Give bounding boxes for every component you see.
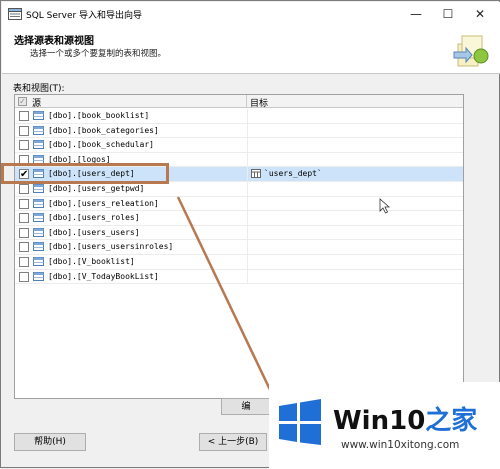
destination-cell[interactable] (247, 269, 463, 284)
destination-cell[interactable] (247, 211, 463, 226)
table-row[interactable]: [dbo].[users_roles] (15, 211, 463, 226)
row-checkbox[interactable] (19, 271, 29, 282)
watermark-brand: Win10之家 (333, 400, 477, 437)
row-checkbox[interactable] (19, 183, 29, 194)
watermark-brand-win10: Win10 (333, 406, 426, 436)
destination-cell[interactable] (247, 138, 463, 153)
row-checkbox[interactable] (19, 256, 29, 267)
back-button[interactable]: < 上一步(B) (199, 433, 267, 451)
table-row[interactable]: [dbo].[V_TodayBookList] (15, 269, 463, 285)
source-table-name: [dbo].[book_categories] (48, 125, 159, 135)
source-table-name: [dbo].[V_booklist] (48, 256, 135, 266)
table-row[interactable]: [dbo].[book_schedular] (15, 138, 463, 153)
wizard-window: SQL Server 导入和导出向导 — ☐ ✕ 选择源表和源视图 选择一个或多… (0, 0, 500, 469)
table-row[interactable]: [dbo].[users_usersinroles] (15, 240, 463, 255)
table-icon (33, 256, 44, 266)
destination-column-label: 目标 (250, 99, 269, 109)
destination-cell[interactable] (247, 254, 463, 269)
mouse-cursor-icon (379, 198, 391, 214)
maximize-button[interactable]: ☐ (432, 2, 464, 26)
destination-cell[interactable] (247, 123, 463, 138)
destination-cell[interactable] (247, 181, 463, 196)
row-checkbox[interactable] (19, 242, 29, 253)
row-checkbox[interactable] (19, 140, 29, 151)
table-icon (33, 242, 44, 252)
source-table-name: [dbo].[users_users] (48, 227, 140, 237)
source-table-name: [dbo].[users_getpwd] (48, 183, 145, 193)
close-icon: ✕ (474, 7, 486, 21)
source-table-name: [dbo].[book_schedular] (48, 140, 154, 150)
destination-cell[interactable] (247, 240, 463, 255)
destination-cell[interactable] (247, 225, 463, 240)
wizard-header: 选择源表和源视图 选择一个或多个要复制的表和视图。 (2, 26, 500, 74)
watermark-brand-suffix: 之家 (425, 406, 478, 436)
watermark-logo: Win10之家 www.win10xitong.com (269, 382, 500, 469)
table-icon (33, 227, 44, 237)
table-icon (33, 183, 44, 193)
close-button[interactable]: ✕ (464, 2, 496, 26)
maximize-icon: ☐ (442, 7, 454, 21)
watermark-url: www.win10xitong.com (341, 439, 460, 451)
window-title: SQL Server 导入和导出向导 (26, 11, 143, 21)
minimize-button[interactable]: — (400, 2, 432, 26)
page-title: 选择源表和源视图 (14, 36, 94, 47)
tables-grid[interactable]: ✓ 源 目标 [dbo].[book_booklist] [dbo].[book_… (14, 94, 464, 399)
destination-cell[interactable] (247, 109, 463, 123)
source-table-name: [dbo].[V_TodayBookList] (48, 271, 159, 281)
table-icon (33, 271, 44, 281)
row-checkbox[interactable] (19, 125, 29, 136)
table-row[interactable]: [dbo].[users_releation] (15, 196, 463, 212)
table-row[interactable]: [dbo].[V_booklist] (15, 254, 463, 270)
source-table-name: [dbo].[users_usersinroles] (48, 242, 174, 252)
destination-cell[interactable]: `users_dept` (247, 167, 463, 182)
help-button[interactable]: 帮助(H) (14, 433, 86, 451)
table-icon (33, 213, 44, 223)
windows-logo-icon (279, 399, 321, 445)
destination-column-header[interactable]: 目标 (247, 95, 463, 109)
table-row[interactable]: [dbo].[book_booklist] (15, 109, 463, 124)
grid-header: ✓ 源 目标 (15, 95, 463, 109)
source-column-label: 源 (32, 99, 42, 109)
table-row[interactable]: [dbo].[book_categories] (15, 123, 463, 139)
source-table-name: [dbo].[users_roles] (48, 213, 140, 223)
source-table-name: [dbo].[users_releation] (48, 198, 159, 208)
source-column-header[interactable]: ✓ 源 (15, 95, 247, 109)
destination-table-name: `users_dept` (264, 169, 322, 179)
tables-views-label: 表和视图(T): (13, 84, 65, 94)
table-icon (33, 125, 44, 135)
edit-mappings-button[interactable]: 编 (221, 398, 271, 415)
row-checkbox[interactable] (19, 198, 29, 209)
destination-table-icon (251, 169, 261, 179)
row-checkbox[interactable] (19, 111, 29, 121)
destination-cell[interactable] (247, 196, 463, 211)
sql-server-app-icon (8, 8, 22, 20)
annotation-highlight-box (1, 163, 169, 184)
destination-cell[interactable] (247, 152, 463, 167)
grid-rows: [dbo].[book_booklist] [dbo].[book_categor… (15, 109, 463, 285)
table-row[interactable]: [dbo].[users_getpwd] (15, 181, 463, 197)
table-icon (33, 140, 44, 150)
table-icon (33, 198, 44, 208)
wizard-graphic-icon (453, 35, 489, 67)
select-all-checkbox[interactable]: ✓ (18, 97, 27, 106)
row-checkbox[interactable] (19, 213, 29, 224)
minimize-icon: — (410, 7, 422, 21)
page-description: 选择一个或多个要复制的表和视图。 (30, 49, 167, 59)
source-table-name: [dbo].[book_booklist] (48, 111, 150, 120)
row-checkbox[interactable] (19, 227, 29, 238)
title-bar[interactable]: SQL Server 导入和导出向导 — ☐ ✕ (2, 2, 500, 26)
table-icon (33, 111, 44, 120)
table-row[interactable]: [dbo].[users_users] (15, 225, 463, 241)
